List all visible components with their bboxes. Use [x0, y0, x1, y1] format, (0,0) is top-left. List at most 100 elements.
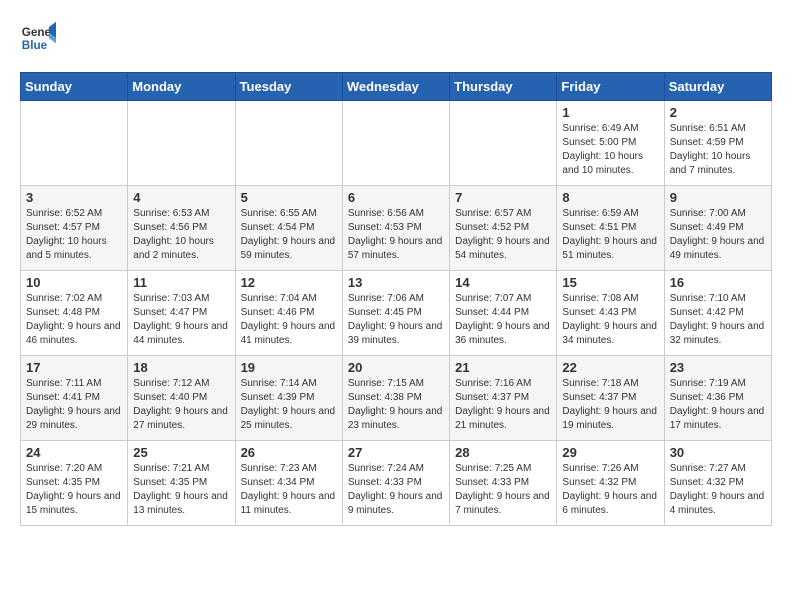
- calendar-cell: [235, 101, 342, 186]
- calendar-cell: 15 Sunrise: 7:08 AM Sunset: 4:43 PM Dayli…: [557, 271, 664, 356]
- week-row-2: 10 Sunrise: 7:02 AM Sunset: 4:48 PM Dayli…: [21, 271, 772, 356]
- day-info: Sunrise: 7:21 AM Sunset: 4:35 PM Dayligh…: [133, 462, 229, 518]
- day-number: 4: [133, 190, 229, 205]
- day-number: 26: [241, 445, 337, 460]
- calendar-cell: 22 Sunrise: 7:18 AM Sunset: 4:37 PM Dayli…: [557, 356, 664, 441]
- day-number: 3: [26, 190, 122, 205]
- logo: General Blue: [20, 20, 56, 56]
- calendar-cell: 2 Sunrise: 6:51 AM Sunset: 4:59 PM Daylig…: [664, 101, 771, 186]
- day-info: Sunrise: 7:19 AM Sunset: 4:36 PM Dayligh…: [670, 377, 766, 433]
- day-info: Sunrise: 7:08 AM Sunset: 4:43 PM Dayligh…: [562, 292, 658, 348]
- day-number: 9: [670, 190, 766, 205]
- page-header: General Blue: [20, 20, 772, 56]
- calendar-cell: 27 Sunrise: 7:24 AM Sunset: 4:33 PM Dayli…: [342, 441, 449, 526]
- day-number: 30: [670, 445, 766, 460]
- calendar-cell: 10 Sunrise: 7:02 AM Sunset: 4:48 PM Dayli…: [21, 271, 128, 356]
- day-info: Sunrise: 7:25 AM Sunset: 4:33 PM Dayligh…: [455, 462, 551, 518]
- day-info: Sunrise: 7:14 AM Sunset: 4:39 PM Dayligh…: [241, 377, 337, 433]
- calendar-cell: 17 Sunrise: 7:11 AM Sunset: 4:41 PM Dayli…: [21, 356, 128, 441]
- day-number: 1: [562, 105, 658, 120]
- day-number: 16: [670, 275, 766, 290]
- day-info: Sunrise: 7:20 AM Sunset: 4:35 PM Dayligh…: [26, 462, 122, 518]
- day-info: Sunrise: 7:02 AM Sunset: 4:48 PM Dayligh…: [26, 292, 122, 348]
- day-number: 20: [348, 360, 444, 375]
- day-info: Sunrise: 7:10 AM Sunset: 4:42 PM Dayligh…: [670, 292, 766, 348]
- header-wednesday: Wednesday: [342, 73, 449, 101]
- calendar-cell: 4 Sunrise: 6:53 AM Sunset: 4:56 PM Daylig…: [128, 186, 235, 271]
- day-info: Sunrise: 7:15 AM Sunset: 4:38 PM Dayligh…: [348, 377, 444, 433]
- calendar-cell: 14 Sunrise: 7:07 AM Sunset: 4:44 PM Dayli…: [450, 271, 557, 356]
- day-number: 15: [562, 275, 658, 290]
- day-number: 13: [348, 275, 444, 290]
- day-number: 12: [241, 275, 337, 290]
- calendar-cell: 25 Sunrise: 7:21 AM Sunset: 4:35 PM Dayli…: [128, 441, 235, 526]
- week-row-0: 1 Sunrise: 6:49 AM Sunset: 5:00 PM Daylig…: [21, 101, 772, 186]
- day-info: Sunrise: 7:23 AM Sunset: 4:34 PM Dayligh…: [241, 462, 337, 518]
- week-row-4: 24 Sunrise: 7:20 AM Sunset: 4:35 PM Dayli…: [21, 441, 772, 526]
- calendar-cell: 18 Sunrise: 7:12 AM Sunset: 4:40 PM Dayli…: [128, 356, 235, 441]
- calendar-cell: 12 Sunrise: 7:04 AM Sunset: 4:46 PM Dayli…: [235, 271, 342, 356]
- day-info: Sunrise: 7:00 AM Sunset: 4:49 PM Dayligh…: [670, 207, 766, 263]
- calendar-cell: 30 Sunrise: 7:27 AM Sunset: 4:32 PM Dayli…: [664, 441, 771, 526]
- day-number: 10: [26, 275, 122, 290]
- day-number: 21: [455, 360, 551, 375]
- day-number: 8: [562, 190, 658, 205]
- day-info: Sunrise: 6:49 AM Sunset: 5:00 PM Dayligh…: [562, 122, 658, 178]
- day-info: Sunrise: 6:51 AM Sunset: 4:59 PM Dayligh…: [670, 122, 766, 178]
- day-number: 29: [562, 445, 658, 460]
- day-info: Sunrise: 7:03 AM Sunset: 4:47 PM Dayligh…: [133, 292, 229, 348]
- day-number: 24: [26, 445, 122, 460]
- calendar-cell: 3Sunrise: 6:52 AM Sunset: 4:57 PM Daylig…: [21, 186, 128, 271]
- day-info: Sunrise: 7:18 AM Sunset: 4:37 PM Dayligh…: [562, 377, 658, 433]
- calendar-cell: [342, 101, 449, 186]
- calendar-cell: [450, 101, 557, 186]
- day-number: 27: [348, 445, 444, 460]
- day-info: Sunrise: 7:06 AM Sunset: 4:45 PM Dayligh…: [348, 292, 444, 348]
- day-info: Sunrise: 6:59 AM Sunset: 4:51 PM Dayligh…: [562, 207, 658, 263]
- calendar-cell: 5 Sunrise: 6:55 AM Sunset: 4:54 PM Daylig…: [235, 186, 342, 271]
- calendar-cell: 8 Sunrise: 6:59 AM Sunset: 4:51 PM Daylig…: [557, 186, 664, 271]
- logo-icon: General Blue: [20, 20, 56, 56]
- day-info: Sunrise: 7:26 AM Sunset: 4:32 PM Dayligh…: [562, 462, 658, 518]
- calendar-cell: 13 Sunrise: 7:06 AM Sunset: 4:45 PM Dayli…: [342, 271, 449, 356]
- day-number: 22: [562, 360, 658, 375]
- day-number: 19: [241, 360, 337, 375]
- calendar-cell: 20 Sunrise: 7:15 AM Sunset: 4:38 PM Dayli…: [342, 356, 449, 441]
- week-row-3: 17 Sunrise: 7:11 AM Sunset: 4:41 PM Dayli…: [21, 356, 772, 441]
- day-info: Sunrise: 7:11 AM Sunset: 4:41 PM Dayligh…: [26, 377, 122, 433]
- day-info: Sunrise: 7:27 AM Sunset: 4:32 PM Dayligh…: [670, 462, 766, 518]
- day-info: Sunrise: 6:53 AM Sunset: 4:56 PM Dayligh…: [133, 207, 229, 263]
- day-number: 18: [133, 360, 229, 375]
- calendar-cell: 24 Sunrise: 7:20 AM Sunset: 4:35 PM Dayli…: [21, 441, 128, 526]
- calendar-table: SundayMondayTuesdayWednesdayThursdayFrid…: [20, 72, 772, 526]
- day-info: Sunrise: 6:56 AM Sunset: 4:53 PM Dayligh…: [348, 207, 444, 263]
- header-tuesday: Tuesday: [235, 73, 342, 101]
- calendar-cell: 7Sunrise: 6:57 AM Sunset: 4:52 PM Daylig…: [450, 186, 557, 271]
- day-number: 25: [133, 445, 229, 460]
- day-number: 5: [241, 190, 337, 205]
- header-thursday: Thursday: [450, 73, 557, 101]
- day-number: 23: [670, 360, 766, 375]
- day-info: Sunrise: 6:57 AM Sunset: 4:52 PM Dayligh…: [455, 207, 551, 263]
- header-friday: Friday: [557, 73, 664, 101]
- header-sunday: Sunday: [21, 73, 128, 101]
- day-number: 14: [455, 275, 551, 290]
- day-number: 2: [670, 105, 766, 120]
- calendar-cell: 19 Sunrise: 7:14 AM Sunset: 4:39 PM Dayli…: [235, 356, 342, 441]
- day-info: Sunrise: 7:07 AM Sunset: 4:44 PM Dayligh…: [455, 292, 551, 348]
- day-info: Sunrise: 7:12 AM Sunset: 4:40 PM Dayligh…: [133, 377, 229, 433]
- day-number: 11: [133, 275, 229, 290]
- calendar-cell: 1 Sunrise: 6:49 AM Sunset: 5:00 PM Daylig…: [557, 101, 664, 186]
- day-info: Sunrise: 7:04 AM Sunset: 4:46 PM Dayligh…: [241, 292, 337, 348]
- calendar-cell: [128, 101, 235, 186]
- day-info: Sunrise: 6:55 AM Sunset: 4:54 PM Dayligh…: [241, 207, 337, 263]
- day-number: 28: [455, 445, 551, 460]
- header-saturday: Saturday: [664, 73, 771, 101]
- calendar-cell: [21, 101, 128, 186]
- day-number: 17: [26, 360, 122, 375]
- calendar-cell: 16 Sunrise: 7:10 AM Sunset: 4:42 PM Dayli…: [664, 271, 771, 356]
- calendar-cell: 26 Sunrise: 7:23 AM Sunset: 4:34 PM Dayli…: [235, 441, 342, 526]
- calendar-cell: 21Sunrise: 7:16 AM Sunset: 4:37 PM Dayli…: [450, 356, 557, 441]
- day-number: 6: [348, 190, 444, 205]
- day-info: Sunrise: 7:24 AM Sunset: 4:33 PM Dayligh…: [348, 462, 444, 518]
